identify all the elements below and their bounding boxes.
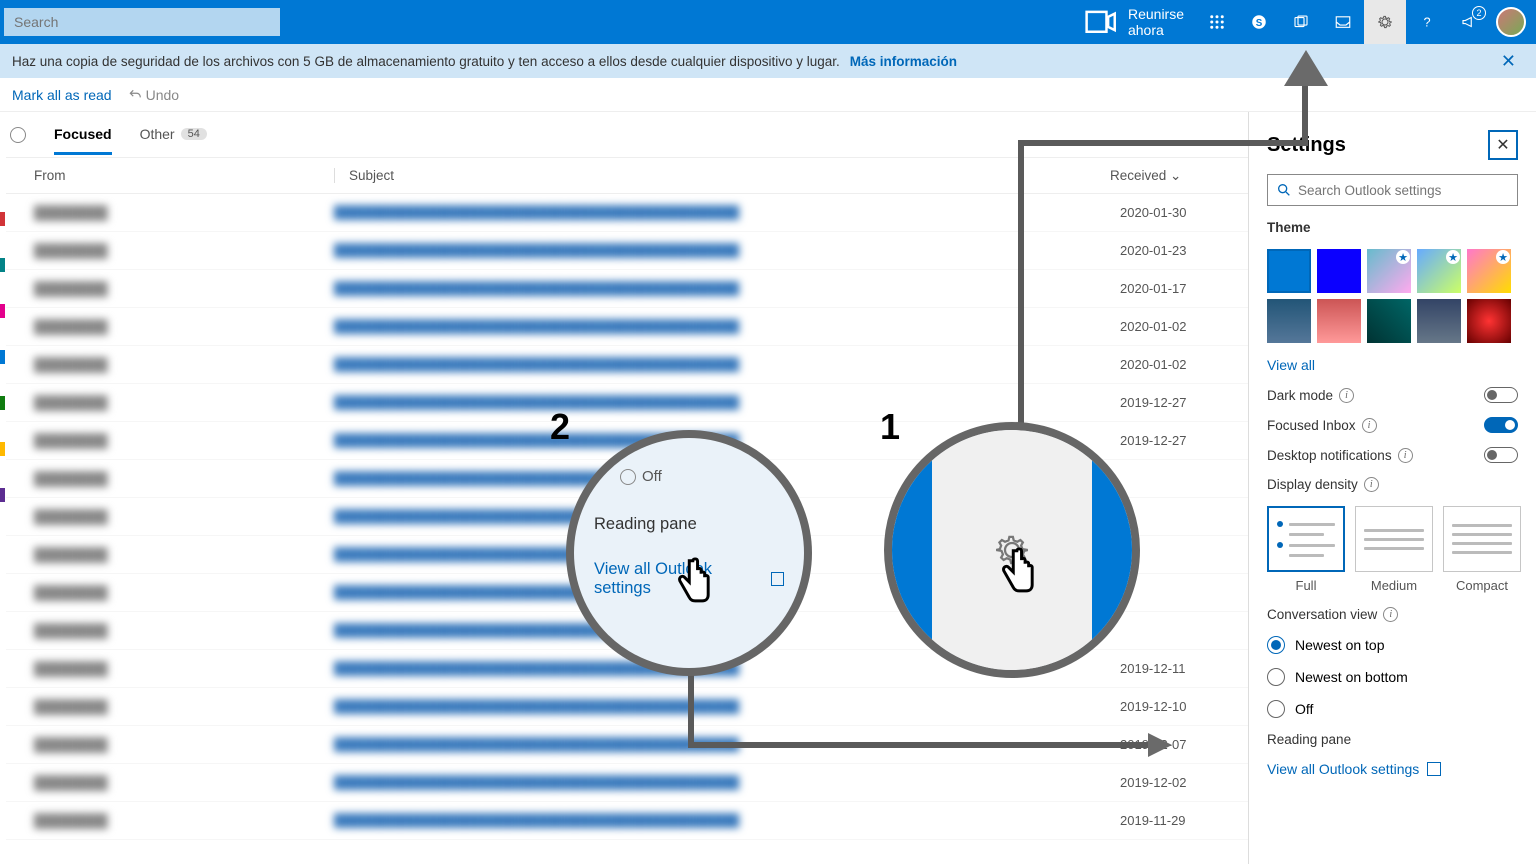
banner-close-icon[interactable]: ✕ (1493, 47, 1524, 76)
view-all-settings-link[interactable]: View all Outlook settings (1267, 761, 1518, 777)
theme-swatch[interactable]: ★ (1417, 249, 1461, 293)
density-medium[interactable]: Medium (1355, 506, 1433, 593)
svg-text:?: ? (1423, 15, 1430, 30)
conv-off[interactable]: Off (1267, 700, 1518, 718)
theme-label: Theme (1267, 220, 1518, 235)
skype-icon[interactable]: S (1238, 0, 1280, 44)
theme-swatch[interactable] (1267, 299, 1311, 343)
meet-now-button[interactable]: Reunirse ahora (1068, 0, 1196, 44)
desktop-notif-toggle[interactable] (1484, 447, 1518, 463)
help-icon[interactable]: ? (1406, 0, 1448, 44)
mail-row[interactable]: ████████████████████████████████████████… (6, 232, 1248, 270)
theme-grid: ★ ★ ★ (1267, 249, 1518, 343)
annotation-line (1302, 86, 1308, 146)
settings-panel: Settings ✕ Theme ★ ★ ★ View all Dark mod… (1248, 112, 1536, 864)
conv-newest-bottom[interactable]: Newest on bottom (1267, 668, 1518, 686)
mark-all-read-button[interactable]: Mark all as read (4, 83, 120, 107)
top-bar: Reunirse ahora S ? 2 (0, 0, 1536, 44)
info-icon[interactable]: i (1364, 477, 1379, 492)
external-icon (771, 572, 784, 586)
theme-swatch[interactable] (1317, 249, 1361, 293)
theme-swatch[interactable]: ★ (1367, 249, 1411, 293)
theme-swatch[interactable]: ★ (1467, 249, 1511, 293)
megaphone-icon[interactable]: 2 (1448, 0, 1490, 44)
info-icon[interactable]: i (1383, 607, 1398, 622)
mail-row[interactable]: ████████████████████████████████████████… (6, 384, 1248, 422)
teams-icon[interactable] (1280, 0, 1322, 44)
mail-row[interactable]: ████████████████████████████████████████… (6, 270, 1248, 308)
video-icon (1080, 2, 1120, 42)
theme-swatch[interactable] (1417, 299, 1461, 343)
undo-icon (128, 88, 142, 102)
settings-search[interactable] (1267, 174, 1518, 206)
callout-off-option: Off (620, 468, 662, 485)
svg-text:S: S (1256, 18, 1263, 29)
tab-other[interactable]: Other 54 (140, 126, 207, 144)
density-label: Display densityi (1267, 477, 1518, 492)
desktop-notif-label: Desktop notificationsi (1267, 448, 1413, 463)
inbox-icon[interactable] (1322, 0, 1364, 44)
undo-button[interactable]: Undo (120, 83, 187, 107)
header-subject[interactable]: Subject (334, 168, 1110, 183)
annotation-line (1018, 140, 1024, 430)
settings-search-input[interactable] (1298, 183, 1509, 198)
callout-reading-pane-label: Reading pane (594, 515, 697, 534)
focused-inbox-toggle[interactable] (1484, 417, 1518, 433)
column-headers: From Subject Received ⌄ (6, 158, 1248, 194)
settings-close-button[interactable]: ✕ (1488, 130, 1518, 160)
tab-focused[interactable]: Focused (54, 126, 112, 155)
external-icon (1427, 762, 1441, 776)
dark-mode-toggle[interactable] (1484, 387, 1518, 403)
header-received[interactable]: Received ⌄ (1110, 168, 1220, 184)
search-icon (1276, 182, 1292, 198)
banner-text: Haz una copia de seguridad de los archiv… (12, 54, 840, 69)
callout-2: Off Reading pane View all Outlook settin… (566, 430, 812, 676)
annotation-line (688, 742, 1148, 748)
theme-swatch[interactable] (1267, 249, 1311, 293)
density-full[interactable]: Full (1267, 506, 1345, 593)
info-icon[interactable]: i (1398, 448, 1413, 463)
mail-row[interactable]: ████████████████████████████████████████… (6, 688, 1248, 726)
annotation-line (688, 672, 694, 748)
select-all-checkbox[interactable] (10, 127, 26, 143)
annotation-line (1018, 140, 1308, 146)
info-icon[interactable]: i (1339, 388, 1354, 403)
inbox-tabs: Focused Other 54 (6, 112, 1248, 158)
callout-number-2: 2 (550, 406, 570, 448)
mail-row[interactable]: ████████████████████████████████████████… (6, 194, 1248, 232)
reading-pane-label: Reading pane (1267, 732, 1518, 747)
search-input[interactable] (4, 8, 280, 36)
themes-view-all-link[interactable]: View all (1267, 357, 1518, 373)
mail-row[interactable]: ████████████████████████████████████████… (6, 802, 1248, 840)
other-count-badge: 54 (181, 128, 207, 140)
info-icon[interactable]: i (1362, 418, 1377, 433)
meet-now-label: Reunirse ahora (1128, 6, 1184, 38)
banner-link[interactable]: Más información (850, 54, 957, 69)
density-options: Full Medium Compact (1267, 506, 1518, 593)
header-from[interactable]: From (34, 168, 334, 183)
pointer-hand-icon (672, 556, 716, 608)
app-launcher-icon[interactable] (1196, 0, 1238, 44)
dark-mode-label: Dark modei (1267, 388, 1354, 403)
avatar[interactable] (1496, 7, 1526, 37)
pointer-hand-icon (996, 546, 1040, 598)
focused-inbox-label: Focused Inboxi (1267, 418, 1377, 433)
theme-swatch[interactable] (1367, 299, 1411, 343)
theme-swatch[interactable] (1317, 299, 1361, 343)
annotation-arrow-up (1284, 50, 1328, 86)
density-compact[interactable]: Compact (1443, 506, 1521, 593)
settings-gear-icon[interactable] (1364, 0, 1406, 44)
callout-number-1: 1 (880, 406, 900, 448)
annotation-arrow-right (1148, 733, 1172, 757)
mail-row[interactable]: ████████████████████████████████████████… (6, 308, 1248, 346)
conv-newest-top[interactable]: Newest on top (1267, 636, 1518, 654)
theme-swatch[interactable] (1467, 299, 1511, 343)
mail-row[interactable]: ████████████████████████████████████████… (6, 346, 1248, 384)
mail-row[interactable]: ████████████████████████████████████████… (6, 764, 1248, 802)
conv-view-label: Conversation viewi (1267, 607, 1518, 622)
notification-badge: 2 (1472, 6, 1486, 20)
